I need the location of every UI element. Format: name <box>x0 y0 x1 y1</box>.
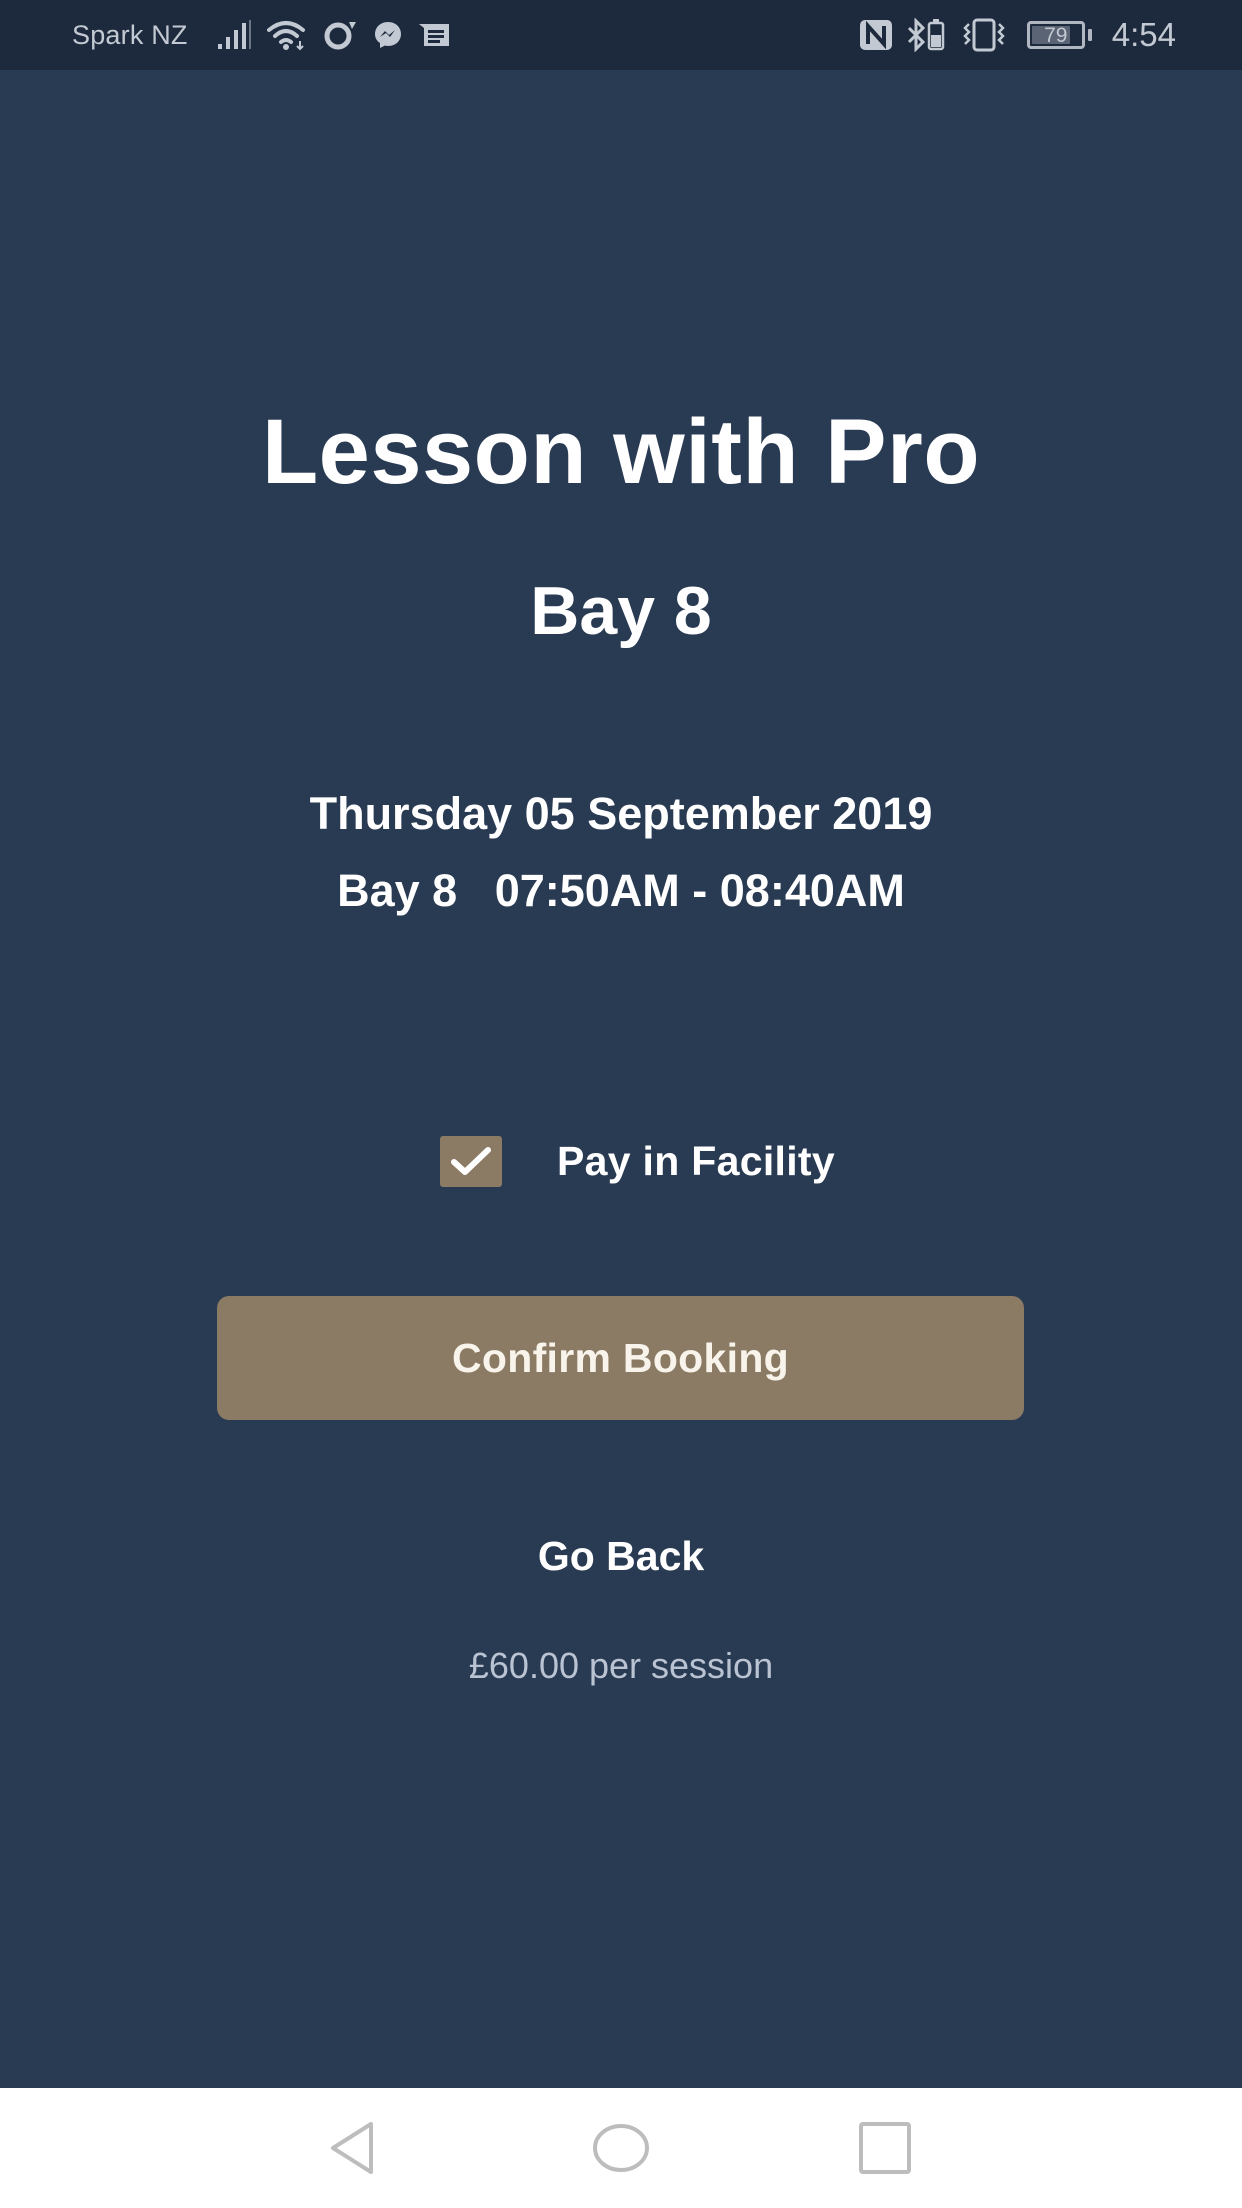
page-title: Lesson with Pro <box>261 401 981 503</box>
messenger-icon <box>372 19 404 51</box>
message-icon <box>418 20 450 50</box>
status-bar: Spark NZ 79 4:54 <box>0 0 1242 70</box>
price-per-session: £60.00 per session <box>468 1645 774 1686</box>
status-left: Spark NZ <box>72 0 450 70</box>
recents-square-icon <box>859 2122 911 2174</box>
battery-tip <box>1087 29 1092 41</box>
bluetooth-icon <box>905 18 949 52</box>
booking-confirmation-screen: Lesson with Pro Bay 8 Thursday 05 Septem… <box>0 70 1242 2088</box>
confirm-booking-button[interactable]: Confirm Booking <box>217 1296 1024 1420</box>
booking-date: Thursday 05 September 2019 <box>309 788 933 839</box>
nav-recents-button[interactable] <box>825 2088 945 2208</box>
bay-subtitle: Bay 8 <box>530 573 712 649</box>
nfc-icon <box>859 19 893 51</box>
vibrate-icon <box>961 18 1007 52</box>
signal-icon <box>216 20 252 50</box>
system-nav-bar <box>0 2088 1242 2208</box>
checkmark-icon <box>451 1147 491 1175</box>
wifi-icon <box>266 19 308 51</box>
nav-back-button[interactable] <box>295 2088 415 2208</box>
pay-in-facility-checkbox[interactable] <box>440 1135 502 1187</box>
nav-home-button[interactable] <box>561 2088 681 2208</box>
pay-in-facility-option[interactable]: Pay in Facility <box>440 1135 835 1187</box>
booking-slot: Bay 8 07:50AM - 08:40AM <box>337 865 905 916</box>
clock: 4:54 <box>1111 16 1176 53</box>
battery-percent: 79 <box>1044 23 1068 47</box>
home-circle-icon <box>593 2124 649 2172</box>
battery-indicator: 79 <box>1019 21 1092 49</box>
status-right: 79 4:54 <box>859 0 1176 70</box>
back-triangle-icon <box>331 2122 373 2174</box>
circle-app-icon <box>322 19 358 51</box>
go-back-link[interactable]: Go Back <box>0 1533 1242 1580</box>
battery-icon: 79 <box>1026 21 1085 49</box>
pay-in-facility-label: Pay in Facility <box>557 1137 835 1184</box>
carrier-name: Spark NZ <box>72 19 188 50</box>
